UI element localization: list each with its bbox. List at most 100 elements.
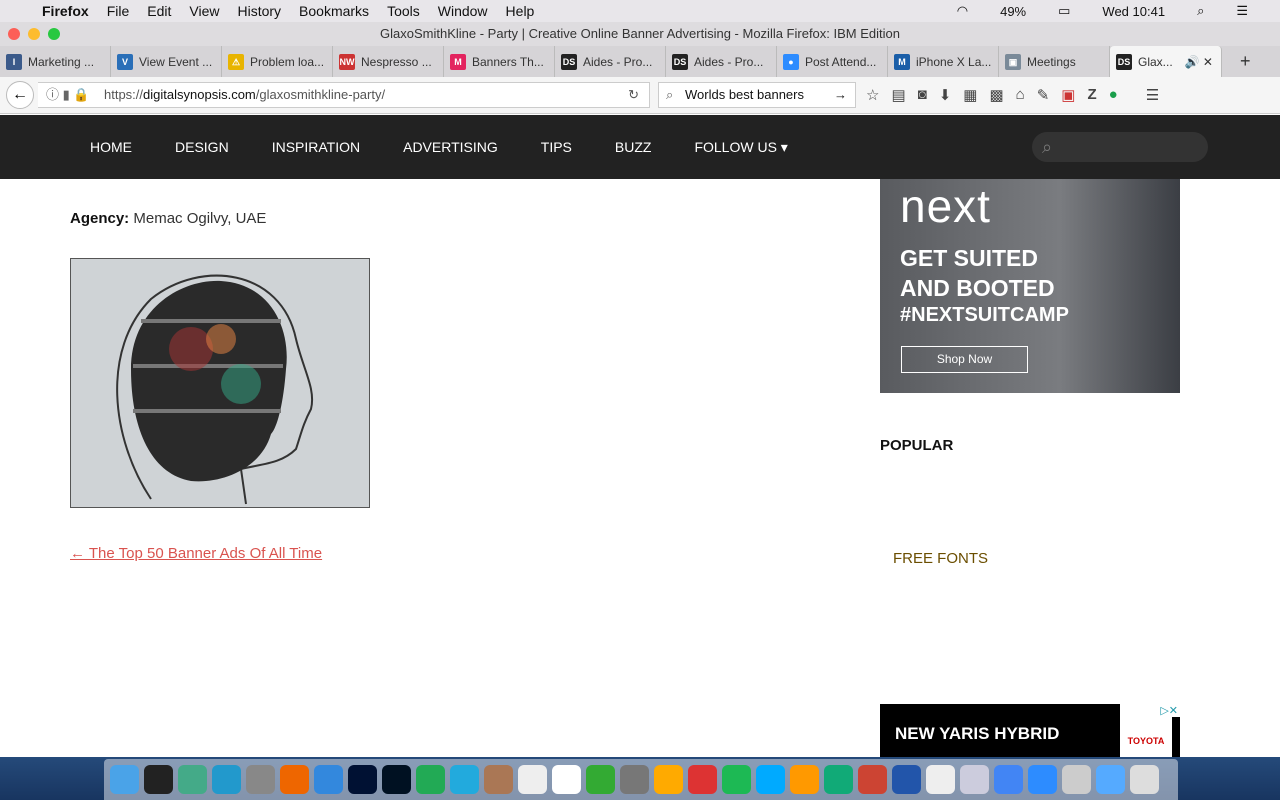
dock-app-icon[interactable] <box>722 765 751 794</box>
dock-app-icon[interactable] <box>756 765 785 794</box>
search-go-icon[interactable]: → <box>834 83 847 107</box>
tab-close-icon[interactable]: 🔊 ✕ <box>1185 55 1213 69</box>
dock-app-icon[interactable] <box>348 765 377 794</box>
dock-app-icon[interactable] <box>1096 765 1125 794</box>
spotlight-icon[interactable]: ⌕ <box>1197 3 1204 19</box>
pocket-icon[interactable]: ◙ <box>918 86 927 104</box>
nav-inspiration[interactable]: INSPIRATION <box>272 139 360 155</box>
ad-close-icon[interactable]: ▷✕ <box>1158 704 1180 717</box>
previous-post-link[interactable]: ← The Top 50 Banner Ads Of All Time <box>70 545 322 562</box>
nav-design[interactable]: DESIGN <box>175 139 229 155</box>
browser-tab[interactable]: ▣ Meetings <box>999 46 1110 77</box>
url-bar[interactable]: ⓘ ▮ 🔒 https://digitalsynopsis.com/glaxos… <box>38 82 650 108</box>
browser-tab[interactable]: MiPhone X La... <box>888 46 999 77</box>
close-window-button[interactable] <box>8 28 20 40</box>
zotero-icon[interactable]: Z <box>1087 86 1096 104</box>
nav-buzz[interactable]: BUZZ <box>615 139 652 155</box>
nav-home[interactable]: HOME <box>90 139 132 155</box>
popular-item-logo-inspiration[interactable]: LOGO INSPIRATION <box>880 459 1210 494</box>
search-input[interactable]: ⌕ Worlds best banners → <box>658 82 856 108</box>
menu-help[interactable]: Help <box>506 3 535 19</box>
shop-now-button[interactable]: Shop Now <box>901 346 1028 373</box>
dock-app-icon[interactable] <box>1130 765 1159 794</box>
browser-tab[interactable]: I Marketing ... <box>0 46 111 77</box>
dock-app-icon[interactable] <box>450 765 479 794</box>
hamburger-menu-icon[interactable]: ☰ <box>1146 86 1159 104</box>
new-tab-button[interactable]: + <box>1240 51 1251 72</box>
nav-follow-us[interactable]: FOLLOW US ▾ <box>694 139 787 156</box>
dock-app-icon[interactable] <box>654 765 683 794</box>
popular-item-free-fonts[interactable]: FREE FONTS <box>880 541 1157 576</box>
dock-app-icon[interactable] <box>960 765 989 794</box>
dock-app-icon[interactable] <box>688 765 717 794</box>
bookmark-star-icon[interactable]: ☆ <box>866 86 879 104</box>
site-search-input[interactable]: ⌕ <box>1032 132 1208 162</box>
dock-app-icon[interactable] <box>518 765 547 794</box>
dock-app-icon[interactable] <box>314 765 343 794</box>
browser-tab[interactable]: ● Post Attend... <box>777 46 888 77</box>
wifi-icon[interactable]: ◠ <box>957 3 968 19</box>
popular-item-funny-stuff[interactable]: FUNNY STUFF <box>880 582 1131 617</box>
dock-app-icon[interactable] <box>1028 765 1057 794</box>
menu-window[interactable]: Window <box>438 3 488 19</box>
browser-tab[interactable]: NW Nespresso ... <box>333 46 444 77</box>
reload-icon[interactable]: ↻ <box>628 83 639 107</box>
home-icon[interactable]: ⌂ <box>1016 86 1025 104</box>
info-icon[interactable]: ⓘ ▮ 🔒 <box>46 83 90 107</box>
browser-tab[interactable]: V View Event ... <box>111 46 222 77</box>
dock-app-icon[interactable] <box>280 765 309 794</box>
notification-icon[interactable]: ☰ <box>1236 3 1248 19</box>
menu-view[interactable]: View <box>189 3 219 19</box>
dock-app-icon[interactable] <box>858 765 887 794</box>
dock-app-icon[interactable] <box>178 765 207 794</box>
toyota-ad-banner[interactable]: NEW YARIS HYBRID TOYOTA ▷✕ <box>880 704 1180 757</box>
menu-file[interactable]: File <box>107 3 130 19</box>
dock-app-icon[interactable] <box>416 765 445 794</box>
dock-app-icon[interactable] <box>212 765 241 794</box>
dock-app-icon[interactable] <box>1062 765 1091 794</box>
dock-app-icon[interactable] <box>620 765 649 794</box>
popular-item-color-palettes[interactable]: COLOR PALETTES <box>880 500 1183 535</box>
extension-icon[interactable]: ✎ <box>1037 86 1050 104</box>
next-ad-banner[interactable]: next GET SUITED AND BOOTED #NEXTSUITCAMP … <box>880 179 1180 393</box>
dock-app-icon[interactable] <box>382 765 411 794</box>
search-icon: ⌕ <box>1042 137 1053 157</box>
minimize-window-button[interactable] <box>28 28 40 40</box>
browser-tab[interactable]: DS Glax... 🔊 ✕ <box>1110 46 1222 77</box>
news-icon[interactable]: ▣ <box>1061 86 1075 104</box>
popular-item-creative-ads[interactable]: CREATIVE ADS <box>880 623 1104 658</box>
menu-tools[interactable]: Tools <box>387 3 420 19</box>
download-icon[interactable]: ⬇ <box>939 86 952 104</box>
dock-app-icon[interactable] <box>892 765 921 794</box>
menu-edit[interactable]: Edit <box>147 3 171 19</box>
grid-icon[interactable]: ▦ <box>963 86 977 104</box>
dock-app-icon[interactable] <box>790 765 819 794</box>
menu-app-name[interactable]: Firefox <box>42 3 89 19</box>
nav-advertising[interactable]: ADVERTISING <box>403 139 498 155</box>
back-button[interactable]: ← <box>6 81 34 109</box>
dock-app-icon[interactable] <box>144 765 173 794</box>
nav-tips[interactable]: TIPS <box>541 139 572 155</box>
dock-app-icon[interactable] <box>246 765 275 794</box>
dock-app-icon[interactable] <box>484 765 513 794</box>
browser-tab[interactable]: M Banners Th... <box>444 46 555 77</box>
menu-bookmarks[interactable]: Bookmarks <box>299 3 369 19</box>
dock-app-icon[interactable] <box>110 765 139 794</box>
dock-app-icon[interactable] <box>824 765 853 794</box>
browser-tab[interactable]: ⚠ Problem loa... <box>222 46 333 77</box>
dock-app-icon[interactable] <box>994 765 1023 794</box>
grammarly-icon[interactable]: ● <box>1109 86 1118 104</box>
dock-app-icon[interactable] <box>586 765 615 794</box>
reader-list-icon[interactable]: ▤ <box>891 86 905 104</box>
dock-app-icon[interactable] <box>552 765 581 794</box>
browser-tab[interactable]: DS Aides - Pro... <box>555 46 666 77</box>
battery-icon[interactable]: ▭ <box>1058 3 1070 19</box>
browser-tab[interactable]: DS Aides - Pro... <box>666 46 777 77</box>
apps-icon[interactable]: ▩ <box>989 86 1003 104</box>
battery-percent[interactable]: 49% <box>1000 4 1026 19</box>
zoom-window-button[interactable] <box>48 28 60 40</box>
clock[interactable]: Wed 10:41 <box>1102 4 1165 19</box>
menu-history[interactable]: History <box>237 3 281 19</box>
ad-artwork-image[interactable] <box>70 258 370 508</box>
dock-app-icon[interactable] <box>926 765 955 794</box>
